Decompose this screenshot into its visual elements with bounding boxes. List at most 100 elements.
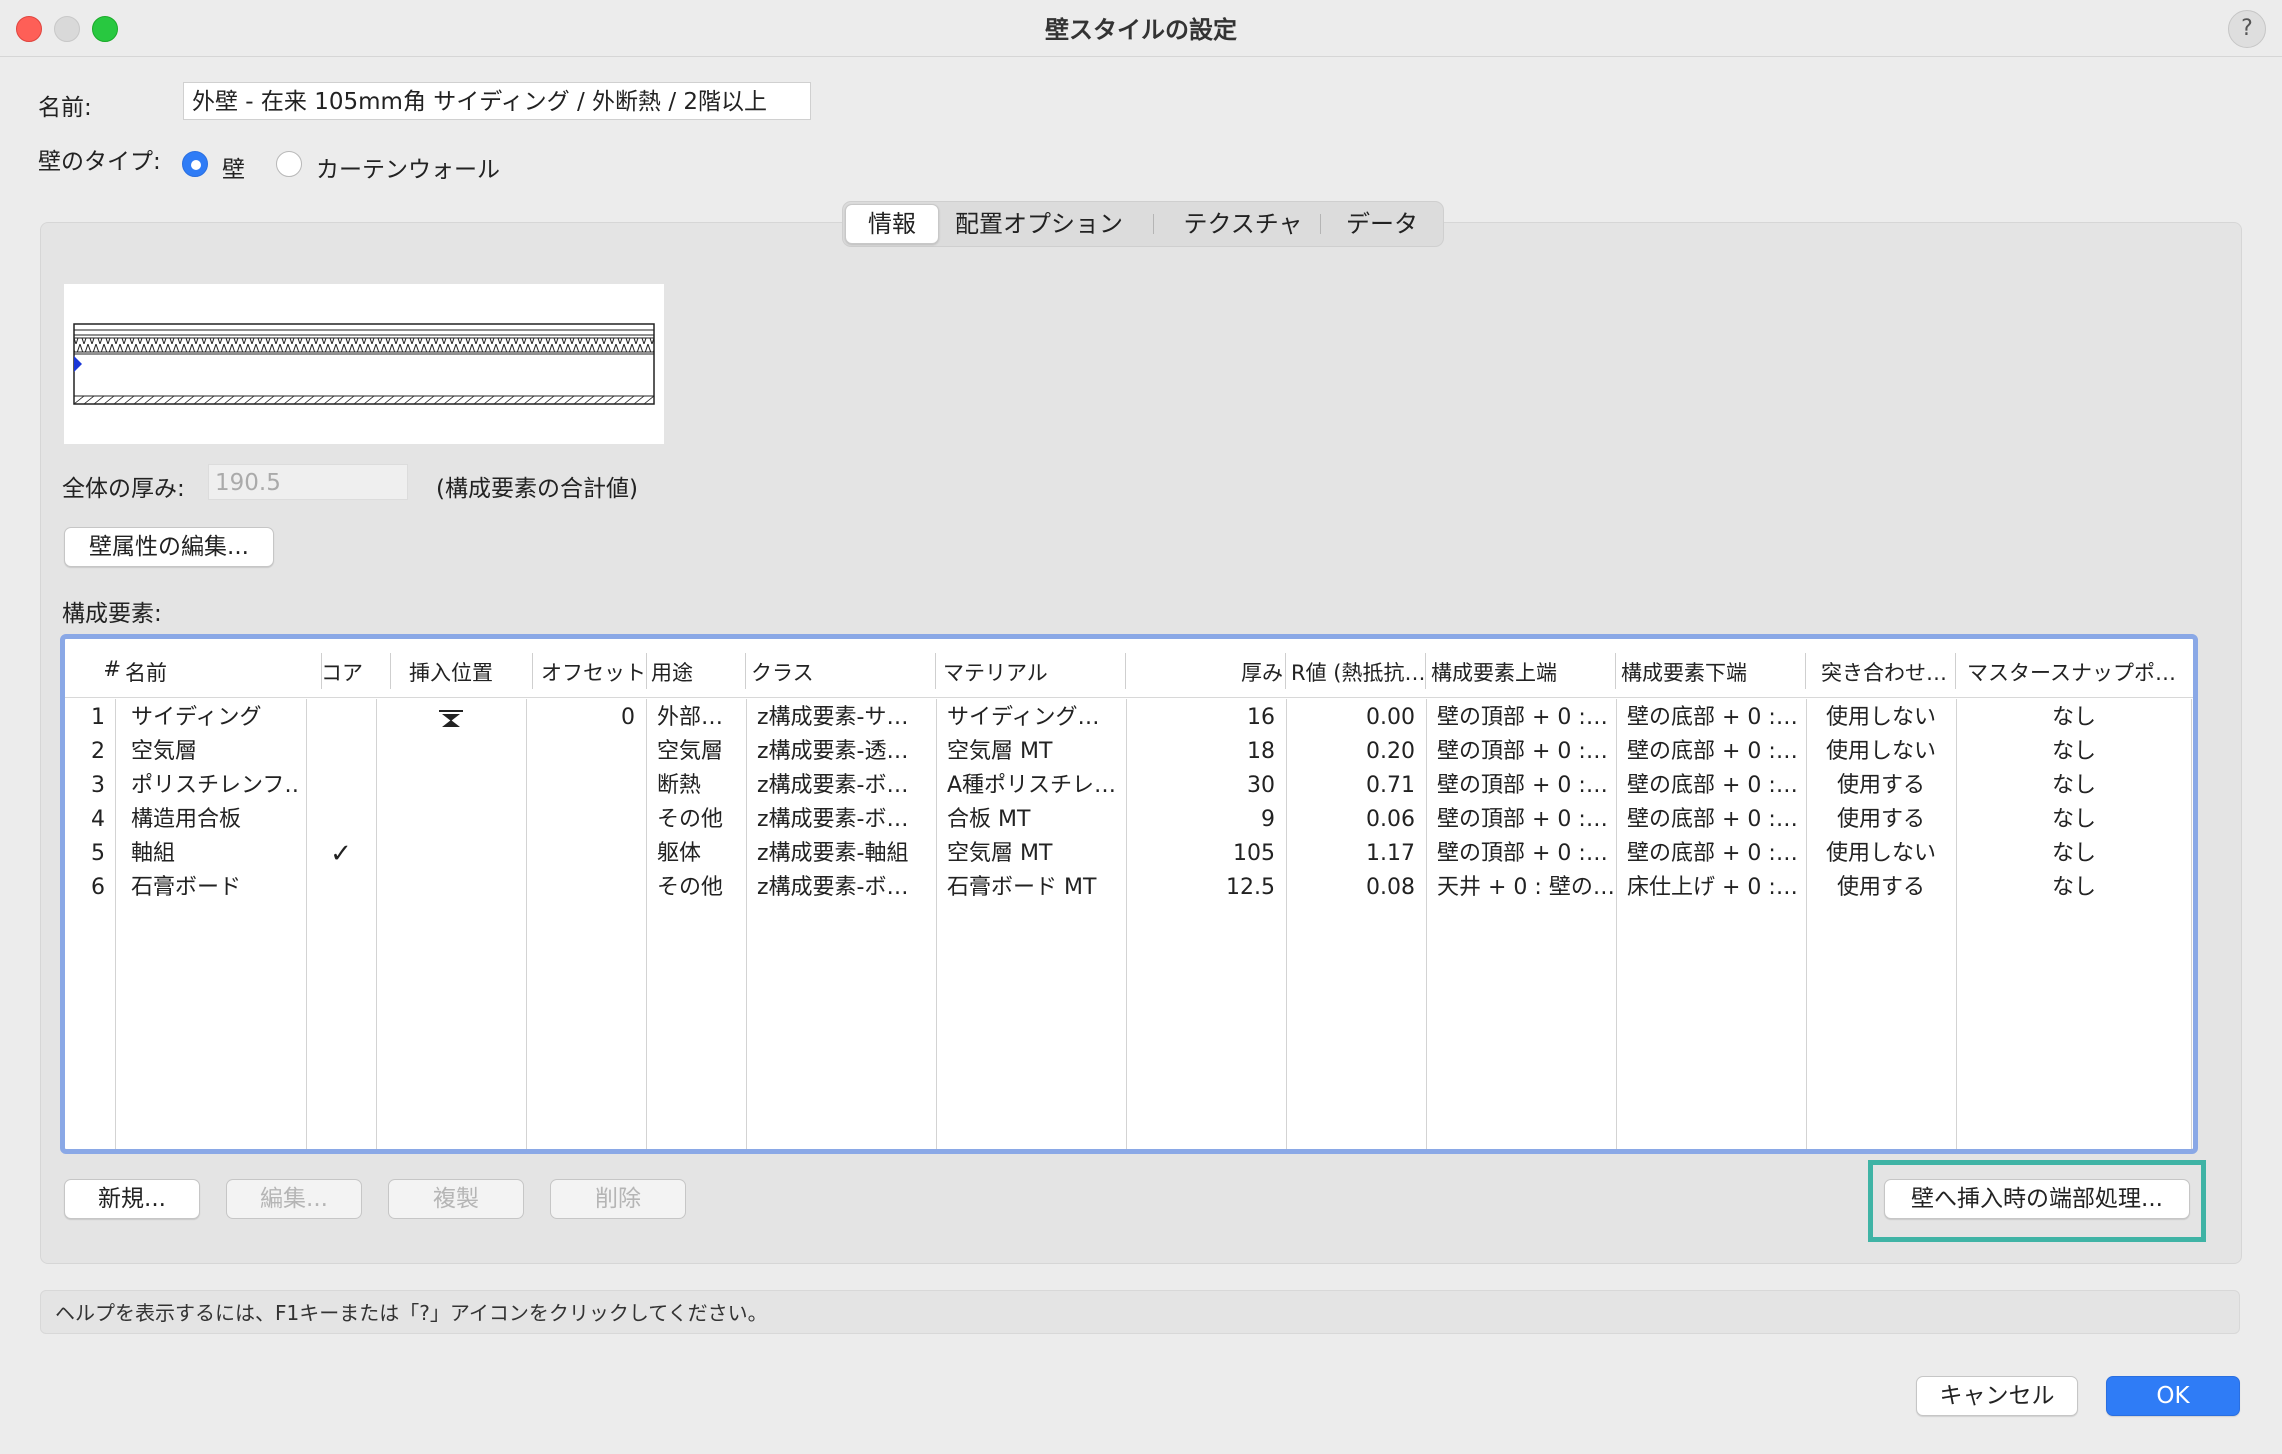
row-number: 1: [91, 705, 105, 730]
wall-radio-label[interactable]: 壁: [222, 150, 245, 184]
table-row[interactable]: 6 石膏ボード その他 z構成要素-ボ… 石膏ボード MT 12.5 0.08 …: [65, 871, 2193, 905]
row-number: 6: [91, 875, 105, 900]
row-core: [307, 803, 375, 837]
header-divider: [646, 653, 647, 689]
tab-placement-options[interactable]: 配置オプション: [943, 202, 1135, 246]
row-bottom: 壁の底部 + 0 :…: [1627, 841, 1798, 866]
row-class: z構成要素-ボ…: [757, 807, 909, 832]
column-header-r-value[interactable]: R値 (熱抵抗…: [1291, 657, 1425, 687]
row-butt-joint: 使用する: [1836, 875, 1925, 900]
row-offset: [527, 803, 635, 837]
edit-wall-attributes-button[interactable]: 壁属性の編集...: [64, 527, 274, 567]
row-butt-joint: 使用する: [1836, 807, 1925, 832]
column-header-use[interactable]: 用途: [651, 657, 731, 687]
title-bar: 壁スタイルの設定 ?: [0, 0, 2282, 57]
core-checkmark-icon: ✓: [330, 839, 352, 869]
tab-info[interactable]: 情報: [845, 204, 939, 244]
row-bottom: 壁の底部 + 0 :…: [1627, 705, 1798, 730]
row-core: [307, 701, 375, 735]
cancel-button[interactable]: キャンセル: [1916, 1376, 2078, 1416]
column-header-material[interactable]: マテリアル: [943, 657, 1083, 687]
row-name: 石膏ボード: [131, 875, 242, 900]
row-material: 空気層 MT: [947, 841, 1053, 866]
window-title: 壁スタイルの設定: [1045, 16, 1237, 44]
row-r-value: 0.06: [1366, 807, 1415, 832]
row-master-snap: なし: [2051, 841, 2096, 866]
end-treatment-button[interactable]: 壁へ挿入時の端部処理...: [1884, 1179, 2190, 1219]
ok-button[interactable]: OK: [2106, 1376, 2240, 1416]
column-header-offset[interactable]: オフセット: [541, 657, 661, 687]
header-divider: [935, 653, 936, 689]
row-use: その他: [657, 875, 724, 900]
row-class: z構成要素-サ…: [757, 705, 909, 730]
row-name: 構造用合板: [131, 807, 242, 832]
tab-data[interactable]: データ: [1327, 202, 1437, 246]
row-r-value: 0.08: [1366, 875, 1415, 900]
header-divider: [1955, 653, 1956, 689]
row-material: 石膏ボード MT: [947, 875, 1097, 900]
wall-type-label: 壁のタイプ:: [38, 149, 161, 175]
header-divider: [1615, 653, 1616, 689]
name-label: 名前:: [38, 95, 92, 121]
table-row[interactable]: 4 構造用合板 その他 z構成要素-ボ… 合板 MT 9 0.06 壁の頂部 +…: [65, 803, 2193, 837]
row-use: 躯体: [657, 841, 702, 866]
table-row[interactable]: 3 ポリスチレンフ… 断熱 z構成要素-ボ… A種ポリスチレ… 30 0.71 …: [65, 769, 2193, 803]
tab-divider: [1153, 214, 1154, 234]
column-header-top[interactable]: 構成要素上端: [1431, 657, 1561, 687]
column-header-class[interactable]: クラス: [751, 657, 871, 687]
row-number: 4: [91, 807, 105, 832]
row-number: 3: [91, 773, 105, 798]
table-row[interactable]: 5 軸組 ✓ 躯体 z構成要素-軸組 空気層 MT 105 1.17 壁の頂部 …: [65, 837, 2193, 871]
header-divider: [1425, 653, 1426, 689]
row-offset: [527, 735, 635, 769]
row-material: サイディング…: [947, 705, 1100, 730]
edit-component-button[interactable]: 編集...: [226, 1179, 362, 1219]
row-butt-joint: 使用しない: [1825, 841, 1936, 866]
row-top: 壁の頂部 + 0 :…: [1437, 773, 1608, 798]
insert-position-icon: [439, 709, 463, 729]
row-top: 壁の頂部 + 0 :…: [1437, 807, 1608, 832]
curtain-wall-radio-label[interactable]: カーテンウォール: [316, 150, 500, 184]
row-material: A種ポリスチレ…: [947, 773, 1117, 798]
row-name: 軸組: [131, 841, 176, 866]
new-component-button[interactable]: 新規...: [64, 1179, 200, 1219]
row-bottom: 壁の底部 + 0 :…: [1627, 773, 1798, 798]
row-class: z構成要素-透…: [757, 739, 909, 764]
components-label: 構成要素:: [62, 601, 162, 627]
column-header-master-snap[interactable]: マスタースナップポ…: [1967, 657, 2187, 687]
wall-section-preview: [64, 284, 664, 444]
row-r-value: 0.71: [1366, 773, 1415, 798]
row-thickness: 18: [1247, 739, 1275, 764]
delete-component-button[interactable]: 削除: [550, 1179, 686, 1219]
column-header-butt-joint[interactable]: 突き合わせ…: [1821, 657, 1951, 687]
row-thickness: 30: [1247, 773, 1275, 798]
column-header-num[interactable]: #: [99, 657, 121, 687]
column-header-bottom[interactable]: 構成要素下端: [1621, 657, 1751, 687]
components-table[interactable]: # 名前 コア 挿入位置 オフセット 用途 クラス マテリアル 厚み R値 (熱…: [60, 634, 2198, 1154]
help-button[interactable]: ?: [2228, 10, 2266, 48]
row-core: [307, 769, 375, 803]
column-header-name[interactable]: 名前: [125, 657, 245, 687]
row-name: サイディング: [131, 705, 262, 730]
row-offset: [527, 871, 635, 905]
table-row[interactable]: 1 サイディング 0 外部… z構成要素-サ… サイディング… 16 0.00 …: [65, 701, 2193, 735]
column-header-insert-position[interactable]: 挿入位置: [409, 657, 509, 687]
row-core: [307, 871, 375, 905]
row-class: z構成要素-ボ…: [757, 875, 909, 900]
curtain-wall-radio[interactable]: [276, 151, 302, 177]
name-field[interactable]: 外壁 - 在来 105mm角 サイディング / 外断熱 / 2階以上: [183, 82, 811, 120]
tab-texture[interactable]: テクスチャ: [1159, 202, 1327, 246]
row-master-snap: なし: [2051, 739, 2096, 764]
row-butt-joint: 使用しない: [1825, 705, 1936, 730]
row-r-value: 0.20: [1366, 739, 1415, 764]
thickness-note: (構成要素の合計値): [436, 476, 638, 502]
row-r-value: 1.17: [1366, 841, 1415, 866]
table-row[interactable]: 2 空気層 空気層 z構成要素-透… 空気層 MT 18 0.20 壁の頂部 +…: [65, 735, 2193, 769]
duplicate-component-button[interactable]: 複製: [388, 1179, 524, 1219]
column-header-core[interactable]: コア: [321, 657, 381, 687]
row-bottom: 床仕上げ + 0 :…: [1627, 875, 1798, 900]
wall-radio[interactable]: [182, 151, 208, 177]
header-divider: [1125, 653, 1126, 689]
row-thickness: 105: [1233, 841, 1275, 866]
row-name: ポリスチレンフ…: [131, 773, 301, 798]
